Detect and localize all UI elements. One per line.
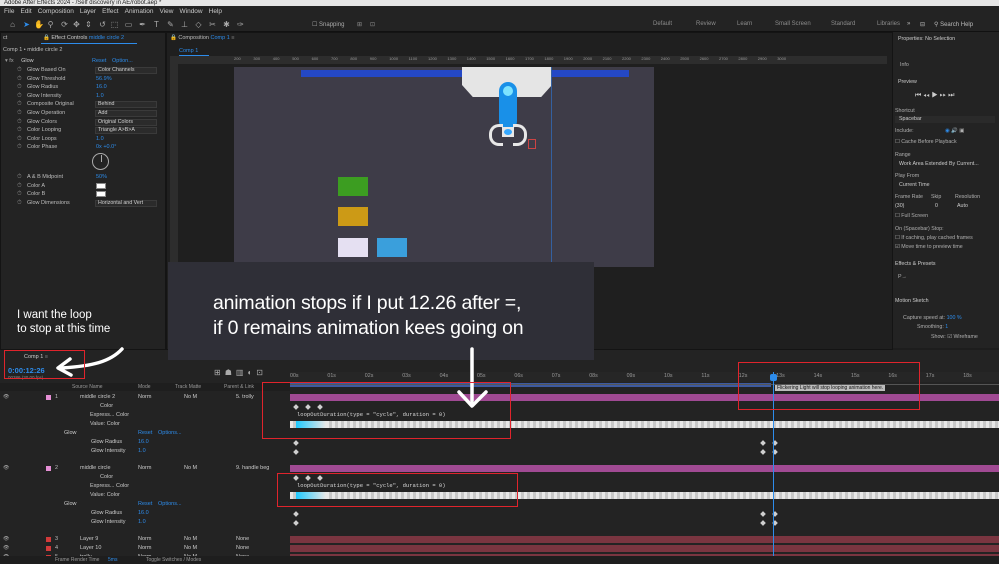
highlight-marker <box>738 362 920 410</box>
highlight-timecode <box>4 350 85 379</box>
highlight-expression-1 <box>262 382 511 439</box>
highlight-expression-2 <box>277 473 518 507</box>
